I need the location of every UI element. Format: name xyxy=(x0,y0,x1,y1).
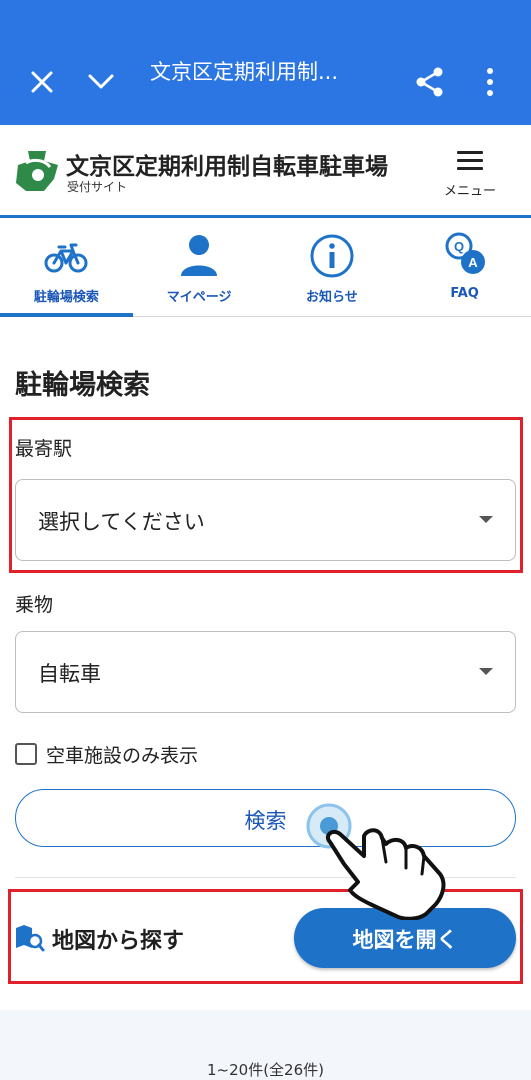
more-vert-icon[interactable] xyxy=(480,66,500,98)
vacancy-checkbox[interactable] xyxy=(15,743,37,765)
tab-label: 駐輪場検索 xyxy=(33,290,99,305)
svg-text:Q: Q xyxy=(454,239,464,254)
person-icon xyxy=(181,235,218,276)
vehicle-select[interactable]: 自転車 xyxy=(15,631,516,713)
share-icon[interactable] xyxy=(414,66,446,98)
chevron-down-icon[interactable] xyxy=(86,70,116,94)
svg-text:A: A xyxy=(468,255,478,270)
results-count: 1~20件(全26件) xyxy=(207,1061,324,1079)
tab-faq[interactable]: Q A FAQ xyxy=(398,218,531,316)
qa-bubble-icon: Q A xyxy=(445,232,485,274)
vehicle-select-value: 自転車 xyxy=(38,662,101,686)
site-header: 文京区定期利用制自転車駐車場 受付サイト メニュー xyxy=(0,125,531,218)
vehicle-label: 乗物 xyxy=(15,594,54,616)
browser-title: 文京区定期利用制... xyxy=(150,60,339,84)
info-icon xyxy=(310,234,354,278)
tab-mypage[interactable]: マイページ xyxy=(133,218,266,316)
site-title[interactable]: 文京区定期利用制自転車駐車場 xyxy=(66,147,388,181)
tab-parking-search[interactable]: 駐輪場検索 xyxy=(0,218,133,317)
close-icon[interactable] xyxy=(28,68,56,96)
pointing-hand-icon xyxy=(325,828,446,920)
menu-button[interactable]: メニュー xyxy=(438,147,502,199)
page-title: 駐輪場検索 xyxy=(15,370,150,401)
highlight-box-station xyxy=(9,417,523,573)
hamburger-icon xyxy=(457,151,483,171)
page: 文京区定期利用制... 文京区定期利用制自転車駐車場 受付サイト メニュー 駐輪… xyxy=(0,0,531,1080)
menu-label: メニュー xyxy=(443,184,496,199)
caret-down-icon xyxy=(479,668,493,675)
tab-label: マイページ xyxy=(166,290,232,305)
browser-toolbar: 文京区定期利用制... xyxy=(0,0,531,125)
main-tabs: 駐輪場検索 マイページ お知らせ Q A FAQ xyxy=(0,218,531,317)
vacancy-checkbox-label[interactable]: 空車施設のみ表示 xyxy=(46,741,198,768)
tab-news[interactable]: お知らせ xyxy=(266,218,399,316)
tab-label: お知らせ xyxy=(306,290,358,305)
bunkyo-logo[interactable] xyxy=(14,149,60,193)
site-subtitle: 受付サイト xyxy=(67,180,128,194)
bicycle-icon xyxy=(44,243,88,273)
tab-label: FAQ xyxy=(450,286,479,301)
